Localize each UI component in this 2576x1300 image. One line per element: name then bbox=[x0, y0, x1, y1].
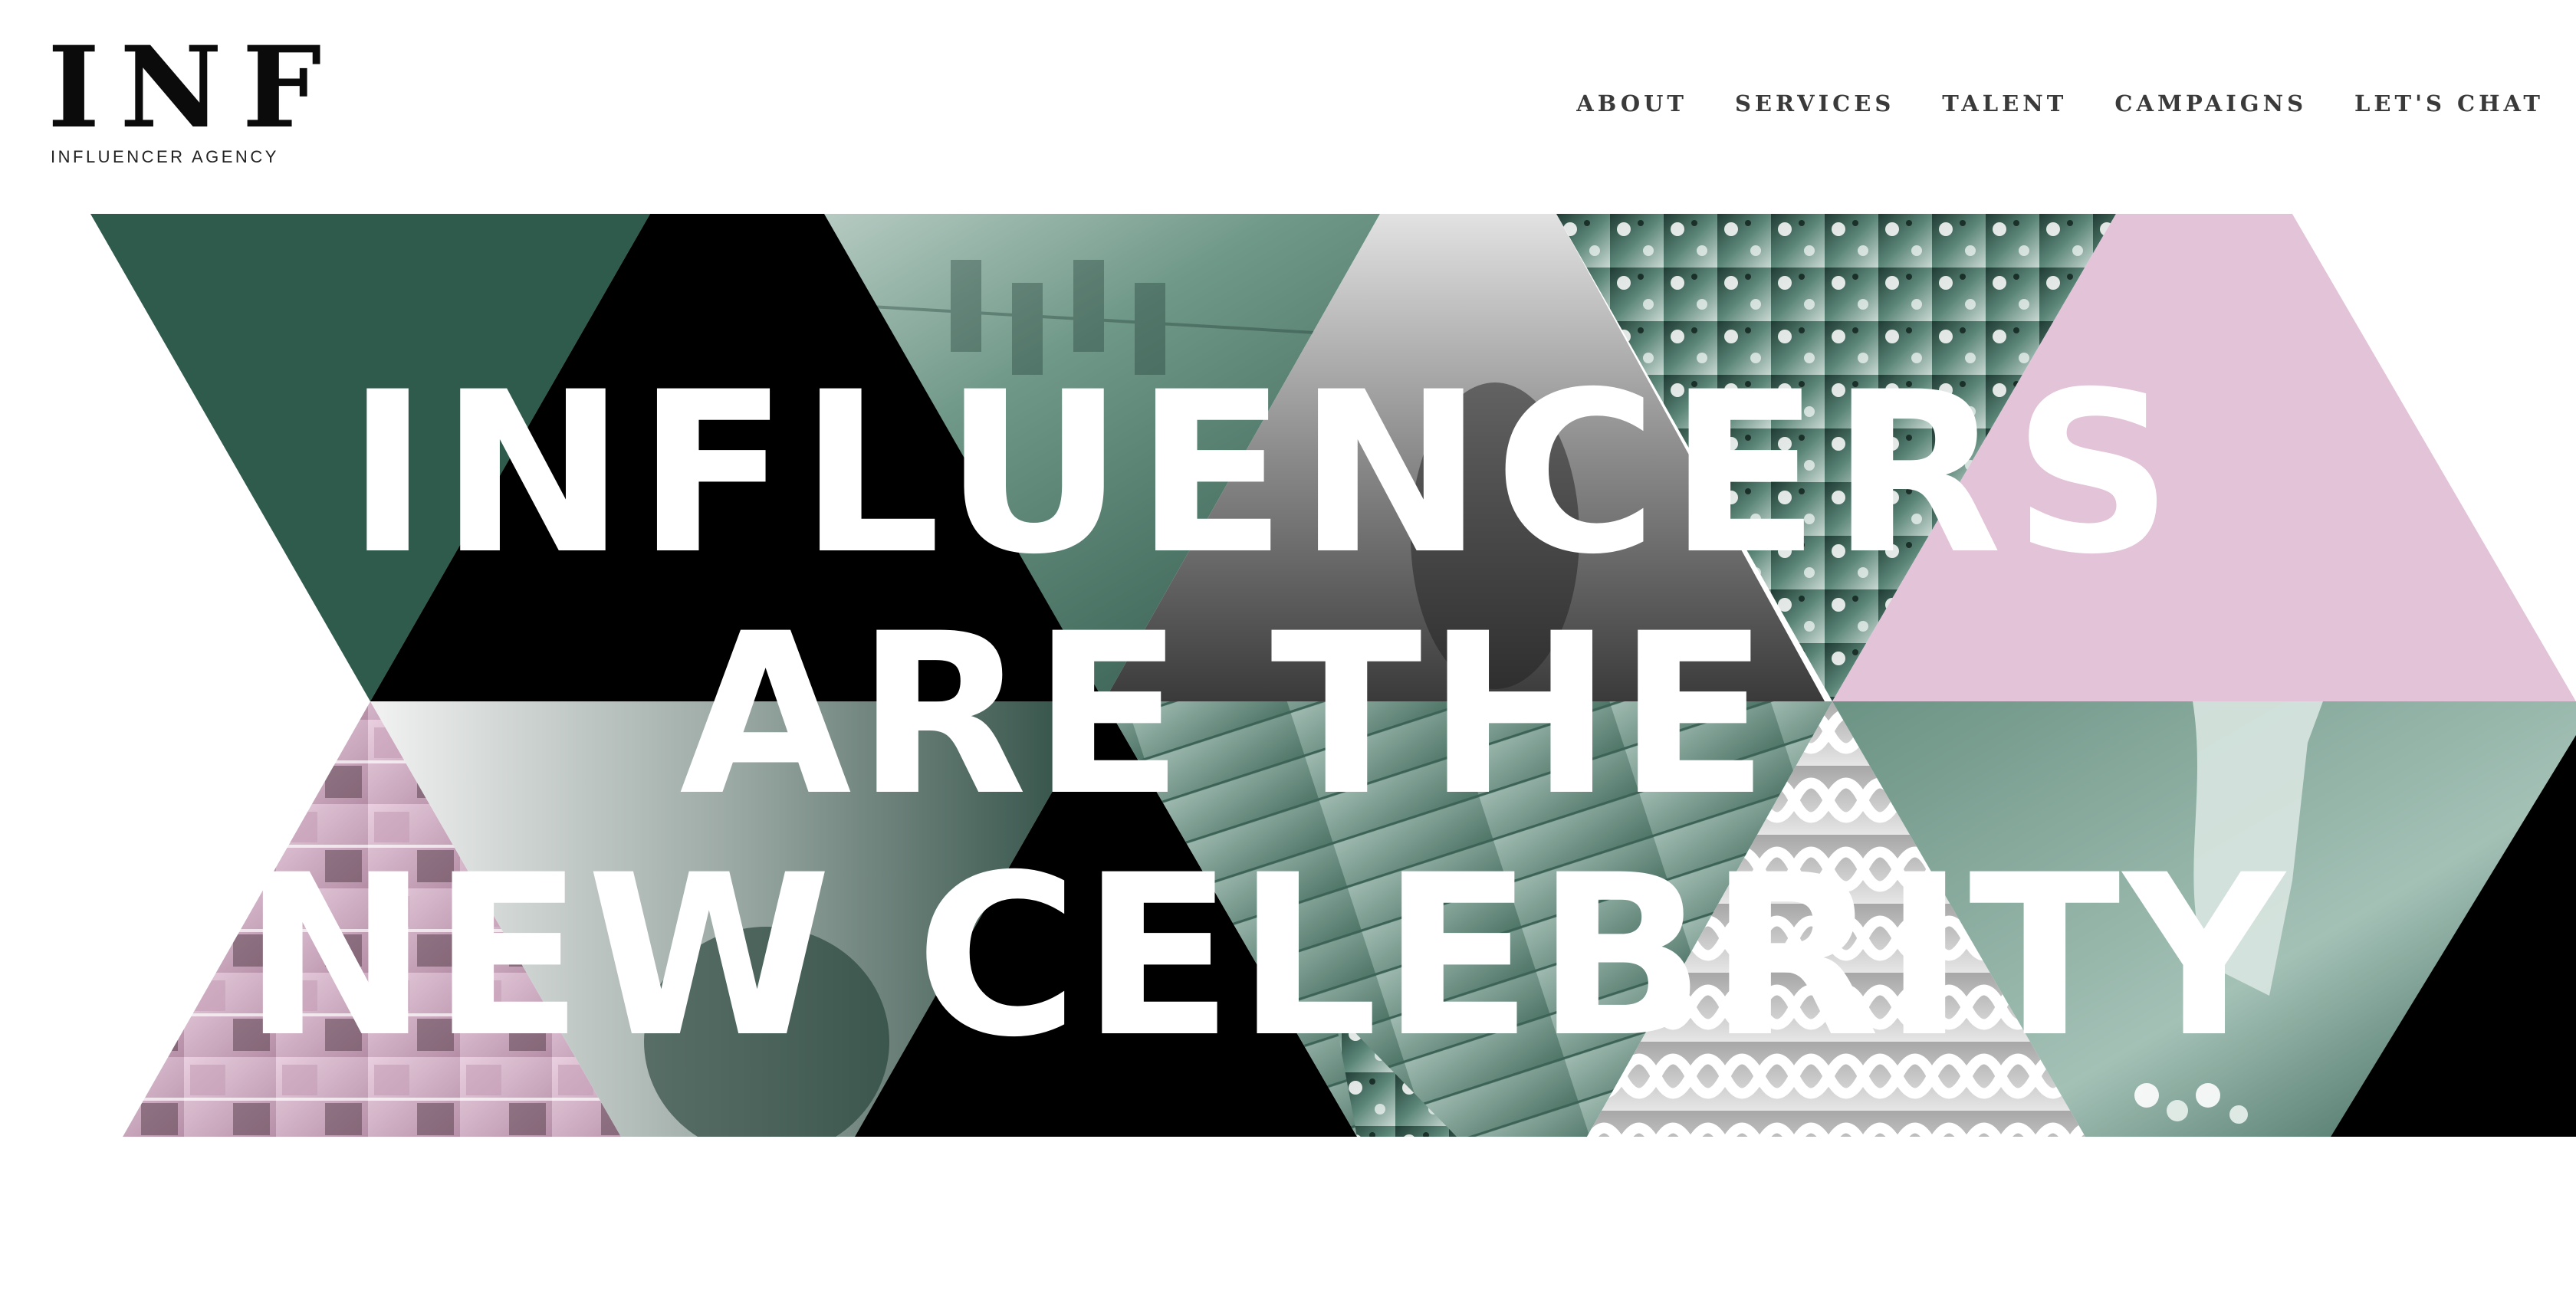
logo-subtitle: INFLUENCER AGENCY bbox=[51, 147, 279, 166]
logo-mark: INF bbox=[48, 22, 342, 153]
hero-collage bbox=[0, 214, 2576, 1137]
main-nav: ABOUT SERVICES TALENT CAMPAIGNS LET'S CH… bbox=[1576, 90, 2544, 117]
nav-item-lets-chat[interactable]: LET'S CHAT bbox=[2354, 90, 2544, 117]
nav-item-talent[interactable]: TALENT bbox=[1942, 90, 2067, 117]
nav-item-about[interactable]: ABOUT bbox=[1576, 90, 1687, 117]
hero-banner: INFLUENCERS ARE THE NEW CELEBRITY bbox=[0, 214, 2576, 1137]
nav-item-campaigns[interactable]: CAMPAIGNS bbox=[2114, 90, 2307, 117]
logo[interactable]: INF INFLUENCER AGENCY bbox=[48, 31, 321, 176]
nav-item-services[interactable]: SERVICES bbox=[1735, 90, 1894, 117]
woman-dress bbox=[1411, 382, 1579, 689]
